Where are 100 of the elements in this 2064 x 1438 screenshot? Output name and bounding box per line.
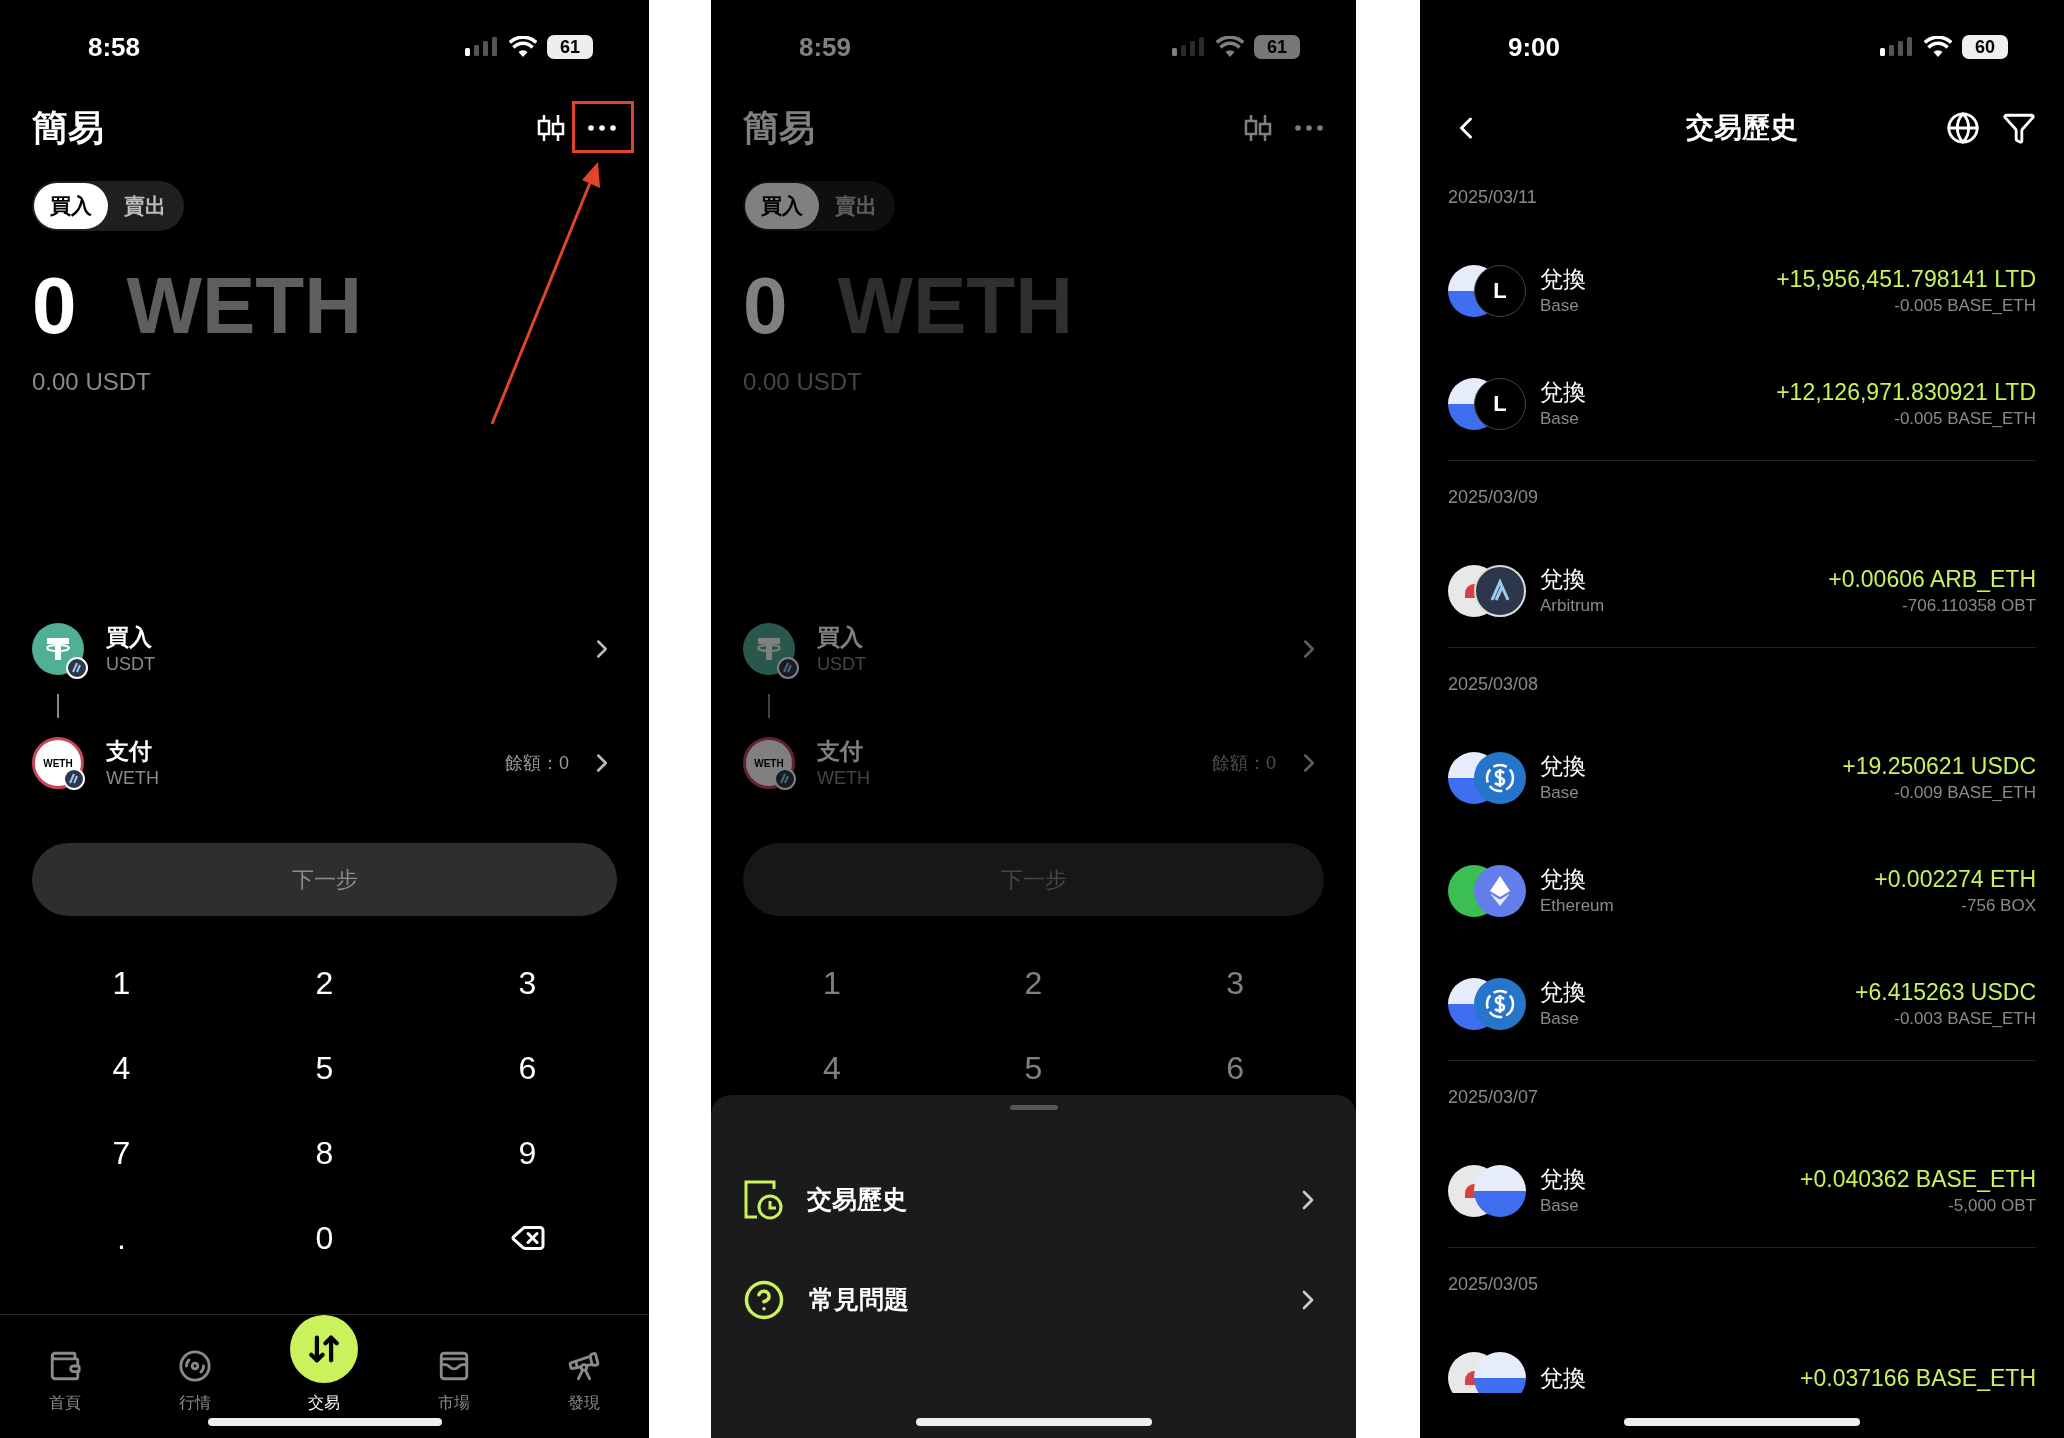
keypad-key[interactable]: 3 — [1134, 940, 1336, 1025]
transaction-type: 兌換 — [1540, 1363, 1586, 1393]
signal-icon — [465, 36, 499, 58]
paid-amount: -5,000 OBT — [1948, 1194, 2036, 1217]
fiat-value: 0.00 USDT — [32, 367, 151, 397]
globe-icon[interactable] — [1946, 111, 1980, 145]
amount-value: 0 — [32, 266, 77, 346]
fiat-value: 0.00 USDT — [743, 367, 862, 397]
status-time: 8:58 — [88, 30, 141, 64]
paid-amount: -0.005 BASE_ETH — [1894, 407, 2036, 430]
tab-item[interactable]: 首頁 — [0, 1349, 130, 1421]
keypad-key[interactable]: 2 — [223, 940, 426, 1025]
received-amount: +0.00606 ARB_ETH — [1828, 564, 2036, 594]
tab-item[interactable]: 發現 — [519, 1349, 649, 1421]
received-amount: +0.037166 BASE_ETH — [1800, 1363, 2036, 1393]
leg-token: USDT — [817, 653, 866, 676]
token-pair-icon — [1448, 1351, 1526, 1393]
tab-label: 首頁 — [48, 1393, 81, 1413]
token-row[interactable]: WETH 支付 WETH 餘額：0 — [32, 733, 617, 793]
received-amount: +0.040362 BASE_ETH — [1800, 1164, 2036, 1194]
transaction-type: 兌換 — [1540, 977, 1586, 1007]
keypad-key[interactable]: 1 — [731, 940, 933, 1025]
network-name: Base — [1540, 1007, 1580, 1030]
wifi-icon — [1924, 36, 1952, 58]
token-pair-icon — [1448, 751, 1526, 804]
leg-action: 買入 — [106, 623, 153, 652]
transaction-row[interactable]: L 兌換 Base +12,126,971.830921 LTD -0.005 BASE_ETH — [1448, 347, 2036, 460]
battery-indicator: 61 — [547, 35, 593, 59]
received-amount: +19.250621 USDC — [1842, 751, 2036, 781]
keypad-key[interactable]: 4 — [20, 1025, 223, 1110]
date-label: 2025/03/05 — [1448, 1273, 1539, 1296]
paid-amount: -0.005 BASE_ETH — [1894, 294, 2036, 317]
keypad-key[interactable]: 9 — [426, 1110, 629, 1195]
menu-item[interactable]: 交易歷史 — [711, 1160, 1356, 1240]
transaction-row[interactable]: 兌換 Base +0.040362 BASE_ETH -5,000 OBT — [1448, 1134, 2036, 1247]
token-row[interactable]: WETH 支付 WETH 餘額：0 — [743, 733, 1324, 793]
transaction-row[interactable]: L 兌換 Base +15,956,451.798141 LTD -0.005 BASE_ETH — [1448, 234, 2036, 347]
leg-action: 支付 — [817, 737, 864, 766]
leg-action: 支付 — [106, 737, 153, 766]
leg-token: WETH — [106, 767, 159, 790]
tab-item[interactable]: 行情 — [129, 1349, 260, 1421]
keypad-key[interactable]: 5 — [223, 1025, 426, 1110]
transaction-row[interactable]: 兌換 Base +6.415263 USDC -0.003 BASE_ETH — [1448, 947, 2036, 1060]
keypad-key[interactable]: 7 — [20, 1110, 223, 1195]
keypad-key[interactable]: 8 — [223, 1110, 426, 1195]
page-title: 簡易 — [743, 106, 815, 150]
connector-line — [57, 694, 59, 718]
wifi-icon — [509, 36, 537, 58]
network-name: Base — [1540, 407, 1580, 430]
candlestick-icon[interactable] — [535, 112, 567, 144]
keypad-key[interactable]: 1 — [20, 940, 223, 1025]
transaction-row[interactable]: 兌換 +0.037166 BASE_ETH — [1448, 1321, 2036, 1393]
menu-item[interactable]: 常見問題 — [711, 1260, 1356, 1340]
paid-amount: -706.110358 OBT — [1902, 594, 2036, 617]
tab-label: 市場 — [438, 1393, 471, 1413]
date-label: 2025/03/11 — [1448, 186, 1537, 209]
page-title: 簡易 — [32, 106, 104, 150]
wifi-icon — [1216, 36, 1244, 58]
transaction-row[interactable]: 兌換 Base +19.250621 USDC -0.009 BASE_ETH — [1448, 721, 2036, 834]
connector-line — [768, 694, 770, 718]
mode-tab[interactable]: 買入 — [745, 183, 819, 229]
keypad-key[interactable]: 2 — [932, 940, 1135, 1025]
received-amount: +15,956,451.798141 LTD — [1776, 264, 2036, 294]
transaction-type: 兌換 — [1540, 751, 1586, 781]
tab-item[interactable]: 交易 — [259, 1315, 390, 1421]
transaction-row[interactable]: 兌換 Arbitrum +0.00606 ARB_ETH -706.110358 OBT — [1448, 534, 2036, 647]
date-label: 2025/03/08 — [1448, 673, 1539, 696]
battery-indicator: 60 — [1962, 35, 2008, 59]
keypad-key[interactable]: 0 — [223, 1195, 426, 1280]
transaction-row[interactable]: 兌換 Ethereum +0.002274 ETH -756 BOX — [1448, 834, 2036, 947]
date-label: 2025/03/09 — [1448, 486, 1539, 509]
paid-amount: -756 BOX — [1961, 894, 2036, 917]
keypad-key[interactable]: . — [20, 1195, 223, 1280]
next-button[interactable]: 下一步 — [32, 843, 617, 916]
filter-icon[interactable] — [2002, 111, 2036, 145]
menu-label: 交易歷史 — [807, 1184, 907, 1216]
token-pair-icon — [1448, 564, 1526, 617]
tab-label: 發現 — [568, 1393, 601, 1413]
mode-tab[interactable]: 買入 — [34, 183, 108, 229]
token-pair-icon — [1448, 977, 1526, 1030]
help-icon — [743, 1279, 785, 1321]
network-name: Ethereum — [1540, 894, 1614, 917]
mode-tab[interactable]: 賣出 — [108, 183, 182, 229]
amount-value: 0 — [743, 266, 788, 346]
transaction-type: 兌換 — [1540, 1164, 1586, 1194]
transaction-type: 兌換 — [1540, 864, 1587, 894]
tab-item[interactable]: 市場 — [389, 1349, 520, 1421]
received-amount: +0.002274 ETH — [1874, 864, 2036, 894]
leg-token: WETH — [817, 767, 870, 790]
keypad-key[interactable]: 3 — [426, 940, 629, 1025]
tab-label: 行情 — [178, 1393, 211, 1413]
paid-amount: -0.003 BASE_ETH — [1894, 1007, 2036, 1030]
amount-unit: WETH — [126, 266, 362, 346]
page-title: 交易歷史 — [1686, 111, 1798, 145]
sheet-handle[interactable] — [1009, 1105, 1058, 1110]
network-name: Base — [1540, 1194, 1580, 1217]
date-label: 2025/03/07 — [1448, 1086, 1539, 1109]
paid-amount: -0.009 BASE_ETH — [1894, 781, 2036, 804]
history-icon — [743, 1179, 783, 1221]
keypad-key[interactable]: 6 — [426, 1025, 629, 1110]
